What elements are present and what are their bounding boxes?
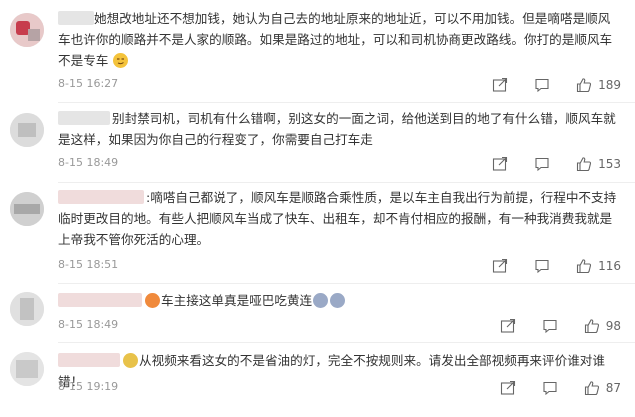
comment-time: 8-15 19:19 <box>58 380 119 393</box>
angry-emoji <box>145 293 160 308</box>
comment-actions: 87 <box>500 380 621 396</box>
comment-item: :嘀嗒自己都说了，顺风车是顺路合乘性质，是以车主自我出行为前提，行程中不支持临时… <box>0 183 635 284</box>
comment-actions: 153 <box>492 156 621 172</box>
comment-icon[interactable] <box>534 258 550 274</box>
like-count: 87 <box>605 381 621 395</box>
comment-actions: 98 <box>500 318 621 334</box>
comment-actions: 116 <box>492 258 621 274</box>
like-icon[interactable] <box>584 380 600 396</box>
like-icon[interactable] <box>576 156 592 172</box>
comment-text: 她想改地址还不想加钱，她认为自己去的地址原来的地址近，可以不用加钱。但是嘀嗒是顺… <box>58 8 618 71</box>
like-count: 153 <box>598 157 621 171</box>
share-icon[interactable] <box>492 156 508 172</box>
comment-time: 8-15 18:49 <box>58 318 119 331</box>
comment-item: 她想改地址还不想加钱，她认为自己去的地址原来的地址近，可以不用加钱。但是嘀嗒是顺… <box>0 0 635 106</box>
like-count: 116 <box>598 259 621 273</box>
share-icon[interactable] <box>492 77 508 93</box>
comment-actions: 189 <box>492 77 621 93</box>
comment-text: 车主接这单真是哑巴吃黄连 <box>58 290 618 311</box>
like-icon[interactable] <box>576 258 592 274</box>
avatar[interactable] <box>10 352 44 386</box>
avatar[interactable] <box>10 192 44 226</box>
comment-text-content: 她想改地址还不想加钱，她认为自己去的地址原来的地址近，可以不用加钱。但是嘀嗒是顺… <box>58 11 613 68</box>
comment-text: :嘀嗒自己都说了，顺风车是顺路合乘性质，是以车主自我出行为前提，行程中不支持临时… <box>58 187 618 250</box>
comment-text-content: 车主接这单真是哑巴吃黄连 <box>161 293 313 308</box>
like-count: 189 <box>598 78 621 92</box>
like-count: 98 <box>605 319 621 333</box>
comment-icon[interactable] <box>534 77 550 93</box>
avatar[interactable] <box>10 113 44 147</box>
comment-time: 8-15 18:49 <box>58 156 119 169</box>
divider <box>58 102 635 103</box>
comment-icon[interactable] <box>542 318 558 334</box>
comment-icon[interactable] <box>542 380 558 396</box>
cat-emoji <box>123 353 138 368</box>
share-icon[interactable] <box>492 258 508 274</box>
comment-time: 8-15 16:27 <box>58 77 119 90</box>
comment-text-content: :嘀嗒自己都说了，顺风车是顺路合乘性质，是以车主自我出行为前提，行程中不支持临时… <box>58 190 617 247</box>
comment-icon[interactable] <box>534 156 550 172</box>
smirk-emoji <box>113 53 129 68</box>
comment-item: 别封禁司机，司机有什么错啊，别这女的一面之词，给他送到目的地了有什么错，顺风车就… <box>0 104 635 183</box>
avatar[interactable] <box>10 13 44 47</box>
comment-text-content: 别封禁司机，司机有什么错啊，别这女的一面之词，给他送到目的地了有什么错，顺风车就… <box>58 111 616 147</box>
like-icon[interactable] <box>584 318 600 334</box>
share-icon[interactable] <box>500 318 516 334</box>
comment-time: 8-15 18:51 <box>58 258 119 271</box>
comment-text: 别封禁司机，司机有什么错啊，别这女的一面之词，给他送到目的地了有什么错，顺风车就… <box>58 108 618 150</box>
comment-item: 从视频来看这女的不是省油的灯，完全不按规则来。请发出全部视频再来评价谁对谁错！ … <box>0 343 635 417</box>
comment-item: 车主接这单真是哑巴吃黄连 8-15 18:49 98 <box>0 284 635 343</box>
like-icon[interactable] <box>576 77 592 93</box>
scared-emoji <box>330 293 346 308</box>
share-icon[interactable] <box>500 380 516 396</box>
avatar[interactable] <box>10 292 44 326</box>
scared-emoji <box>313 293 329 308</box>
